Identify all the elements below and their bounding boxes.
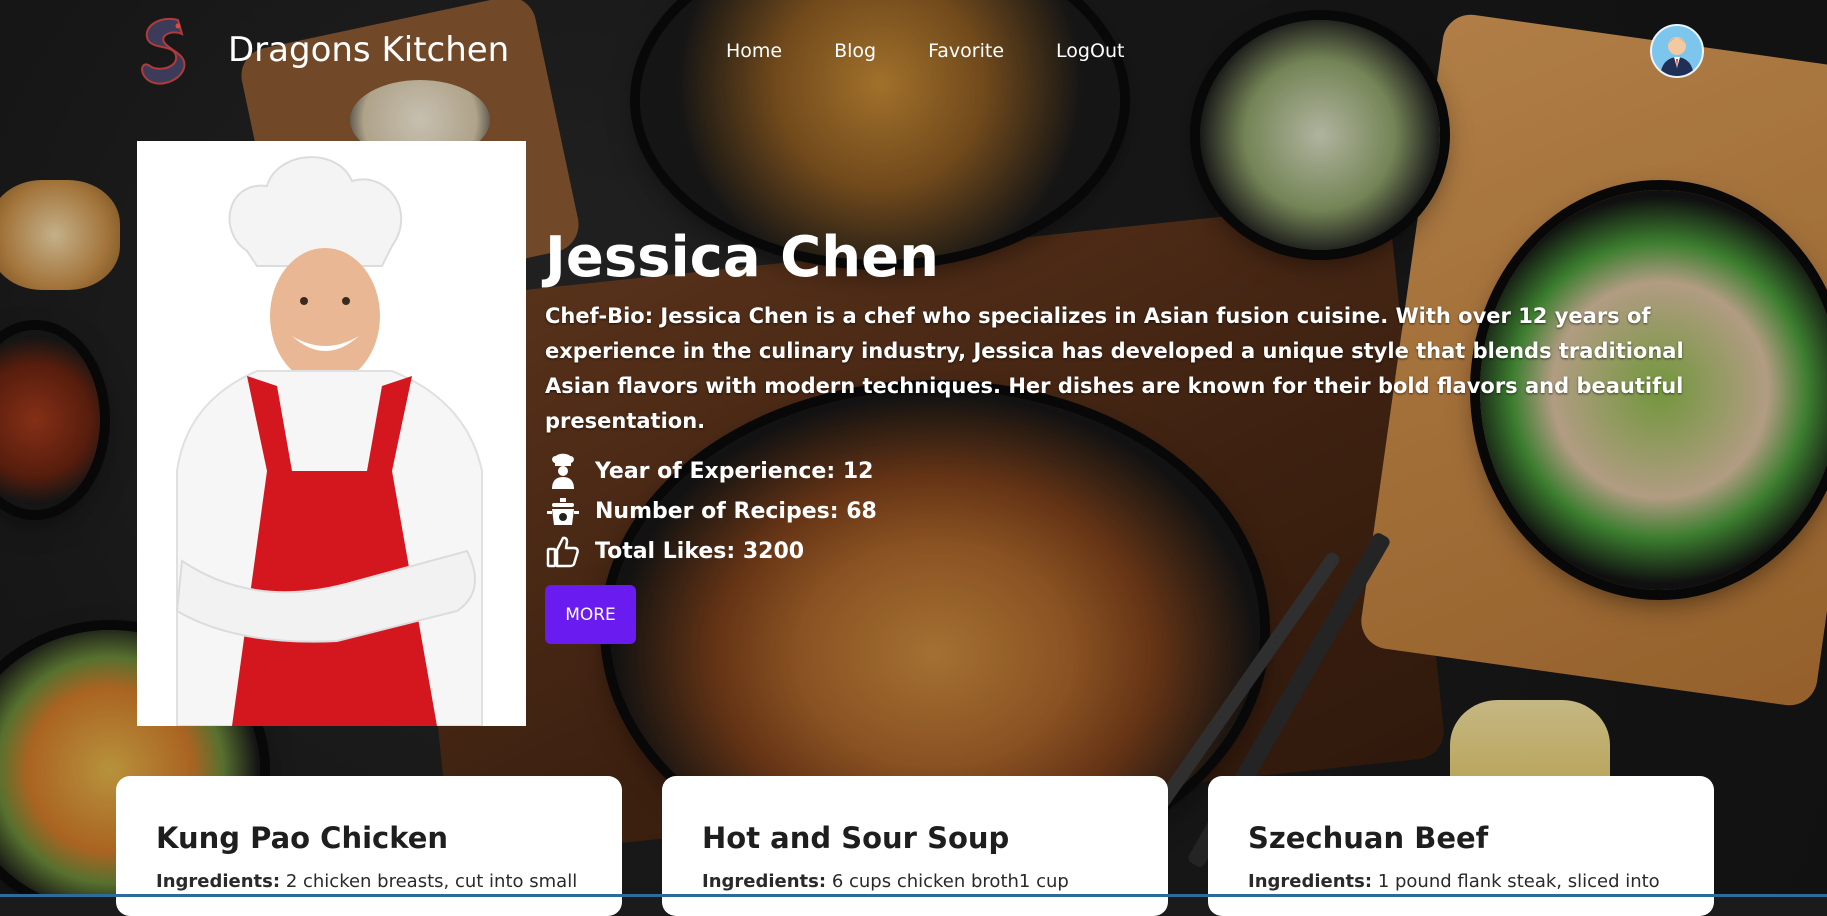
- more-button[interactable]: MORE: [545, 585, 636, 644]
- nav-favorite[interactable]: Favorite: [928, 40, 1004, 62]
- site-header: Dragons Kitchen Home Blog Favorite LogOu…: [0, 0, 1827, 100]
- user-avatar[interactable]: [1650, 24, 1704, 78]
- recipe-title[interactable]: Kung Pao Chicken: [156, 821, 448, 855]
- ingredients-text: 2 chicken breasts, cut into small: [285, 871, 578, 892]
- chef-icon: [545, 453, 581, 489]
- stat-recipes: Number of Recipes: 68: [545, 491, 1685, 531]
- stat-likes-value: 3200: [742, 538, 805, 564]
- ingredients-text: 6 cups chicken broth1 cup: [831, 871, 1069, 892]
- stat-experience: Year of Experience: 12: [545, 451, 1685, 491]
- stat-recipes-value: 68: [846, 498, 877, 524]
- recipe-ingredients: Ingredients: 6 cups chicken broth1 cup: [702, 871, 1142, 892]
- nav-home[interactable]: Home: [726, 40, 782, 62]
- stat-recipes-label: Number of Recipes:: [595, 498, 839, 524]
- chef-stats: Year of Experience: 12 Number of Recipes…: [545, 451, 1685, 571]
- ingredients-label: Ingredients:: [1248, 871, 1373, 892]
- chef-photo: [137, 141, 526, 726]
- nav-blog[interactable]: Blog: [834, 40, 876, 62]
- ingredients-label: Ingredients:: [702, 871, 827, 892]
- chef-name: Jessica Chen: [545, 225, 939, 290]
- cooking-pot-icon: [545, 493, 581, 529]
- recipe-ingredients: Ingredients: 1 pound flank steak, sliced…: [1248, 871, 1688, 892]
- ingredients-text: 1 pound flank steak, sliced into: [1377, 871, 1660, 892]
- ingredients-label: Ingredients:: [156, 871, 281, 892]
- recipe-title[interactable]: Szechuan Beef: [1248, 821, 1488, 855]
- stat-likes-label: Total Likes:: [595, 538, 736, 564]
- nav-logout[interactable]: LogOut: [1056, 40, 1124, 62]
- stat-likes: Total Likes: 3200: [545, 531, 1685, 571]
- chef-profile: Jessica Chen Chef-Bio: Jessica Chen is a…: [545, 225, 1685, 644]
- stat-experience-value: 12: [842, 458, 874, 484]
- recipe-title[interactable]: Hot and Sour Soup: [702, 821, 1009, 855]
- stat-experience-label: Year of Experience:: [595, 458, 836, 484]
- main-nav: Home Blog Favorite LogOut: [726, 40, 1176, 62]
- brand-title[interactable]: Dragons Kitchen: [228, 30, 509, 70]
- recipe-ingredients: Ingredients: 2 chicken breasts, cut into…: [156, 871, 596, 892]
- thumbs-up-icon: [545, 533, 581, 569]
- dragon-logo-icon[interactable]: [128, 10, 200, 90]
- recipe-cards: Kung Pao Chicken Ingredients: 2 chicken …: [116, 776, 1716, 916]
- chef-bio: Chef-Bio: Jessica Chen is a chef who spe…: [545, 304, 1684, 433]
